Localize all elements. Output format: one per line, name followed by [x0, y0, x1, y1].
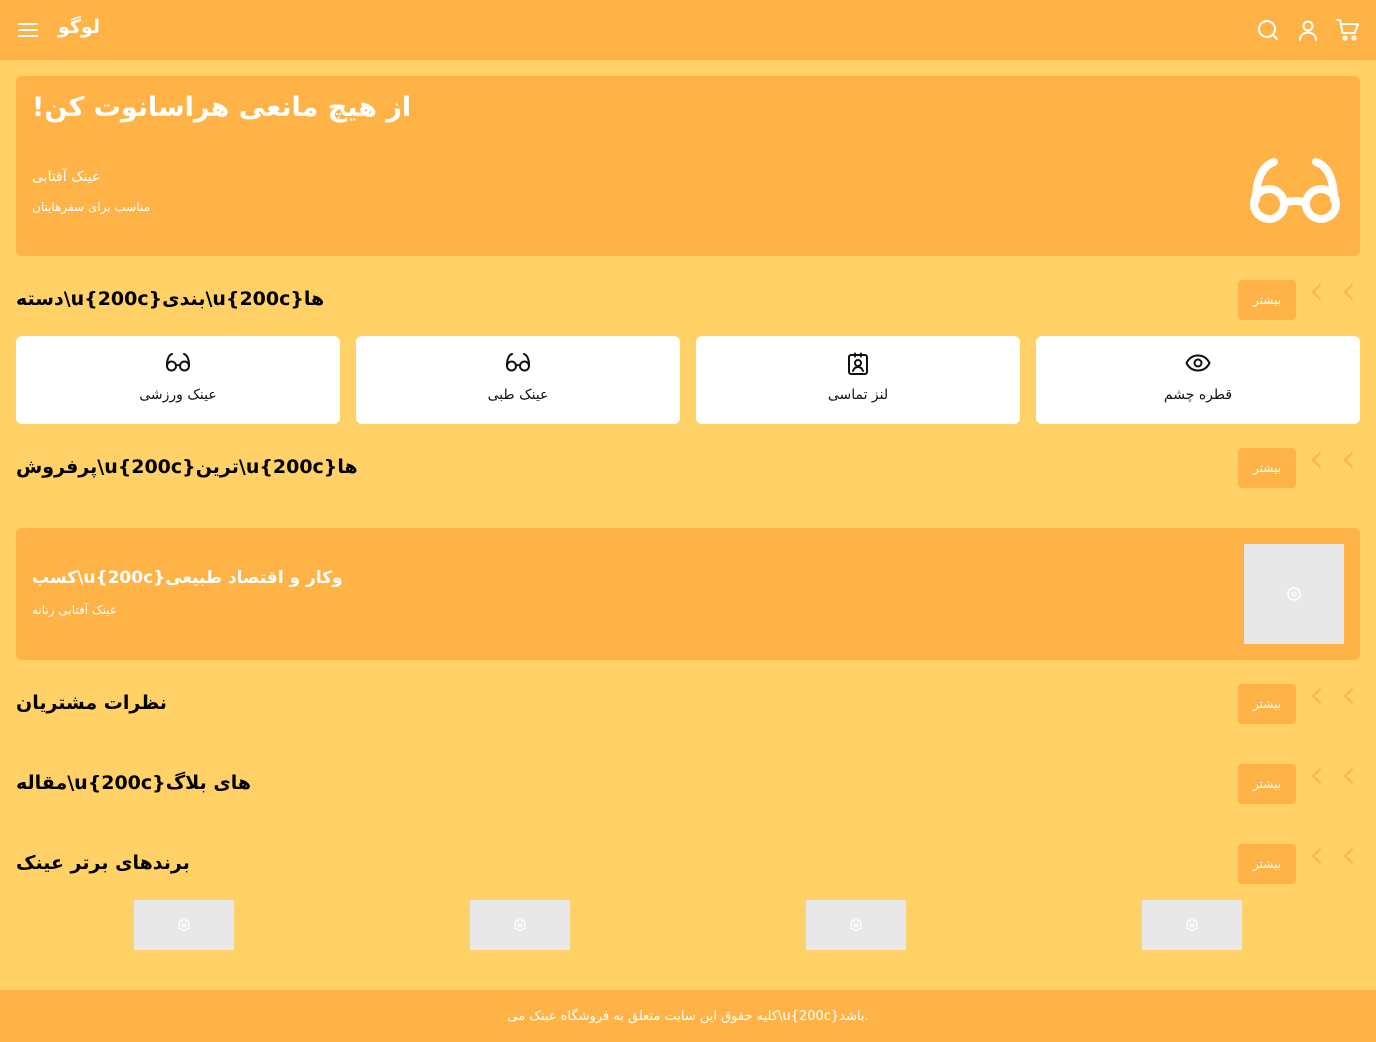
hero-banner[interactable]: !از هیچ مانعی هراسانوت کن عینک آفتابی من…: [16, 76, 1360, 256]
search-icon[interactable]: [1255, 17, 1281, 43]
chevron-left-icon[interactable]: [1341, 451, 1355, 469]
chevron-left-icon[interactable]: [1309, 451, 1323, 469]
categories-more-button[interactable]: بیشتر: [1238, 280, 1296, 320]
reviews-more-button[interactable]: بیشتر: [1238, 684, 1296, 724]
chevron-left-icon[interactable]: [1341, 283, 1355, 301]
brands-more-button[interactable]: بیشتر: [1238, 844, 1296, 884]
chevron-left-icon[interactable]: [1341, 767, 1355, 785]
promo-subtitle: عینک آفتابی زنانه: [32, 603, 118, 617]
categories-title: دسته\u{200c}بندی\u{200c}ها: [16, 288, 325, 310]
copyright-text: کلیه حقوق این سایت متعلق به فروشگاه عینک…: [507, 1008, 869, 1024]
articles-title: مقاله\u{200c}های بلاگ: [16, 772, 252, 794]
hero-description: مناسب برای سفرهایتان: [32, 200, 151, 214]
glasses-icon: [356, 352, 680, 376]
glasses-icon: [1250, 156, 1340, 230]
reviews-title: نظرات مشتریان: [16, 692, 167, 714]
promo-image-placeholder: [1244, 544, 1344, 644]
category-card[interactable]: عینک طبی: [356, 336, 680, 424]
eye-icon: [1036, 352, 1360, 376]
category-card[interactable]: عینک ورزشی: [16, 336, 340, 424]
cart-icon[interactable]: [1335, 17, 1361, 43]
chevron-left-icon[interactable]: [1309, 283, 1323, 301]
menu-icon[interactable]: [15, 17, 41, 43]
chevron-left-icon[interactable]: [1341, 687, 1355, 705]
chevron-left-icon[interactable]: [1309, 767, 1323, 785]
hero-subtitle: عینک آفتابی: [32, 169, 101, 185]
brand-logo-placeholder[interactable]: [134, 900, 234, 950]
promo-banner[interactable]: کسب\u{200c}وکار و اقتصاد طبیعی عینک آفتا…: [16, 528, 1360, 660]
bestsellers-more-button[interactable]: بیشتر: [1238, 448, 1296, 488]
articles-more-button[interactable]: بیشتر: [1238, 764, 1296, 804]
brand-logo-placeholder[interactable]: [1142, 900, 1242, 950]
category-card[interactable]: قطره چشم: [1036, 336, 1360, 424]
top-header: لوگو: [0, 0, 1376, 60]
site-logo[interactable]: لوگو: [58, 16, 100, 38]
user-icon[interactable]: [1295, 17, 1321, 43]
category-label: عینک ورزشی: [139, 387, 217, 403]
chevron-left-icon[interactable]: [1309, 687, 1323, 705]
category-label: لنز تماسی: [827, 387, 889, 403]
brand-logo-placeholder[interactable]: [806, 900, 906, 950]
bestsellers-title: پرفروش\u{200c}ترین\u{200c}ها: [16, 456, 358, 478]
category-label: قطره چشم: [1163, 387, 1233, 403]
promo-title: کسب\u{200c}وکار و اقتصاد طبیعی: [32, 568, 343, 588]
page-footer: کلیه حقوق این سایت متعلق به فروشگاه عینک…: [0, 990, 1376, 1042]
category-label: عینک طبی: [487, 387, 549, 403]
contact-card-icon: [696, 352, 1020, 376]
chevron-left-icon[interactable]: [1341, 847, 1355, 865]
category-card[interactable]: لنز تماسی: [696, 336, 1020, 424]
brand-logo-placeholder[interactable]: [470, 900, 570, 950]
hero-title: !از هیچ مانعی هراسانوت کن: [32, 92, 412, 123]
chevron-left-icon[interactable]: [1309, 847, 1323, 865]
brands-title: برندهای برتر عینک: [16, 852, 190, 874]
glasses-icon: [16, 352, 340, 376]
